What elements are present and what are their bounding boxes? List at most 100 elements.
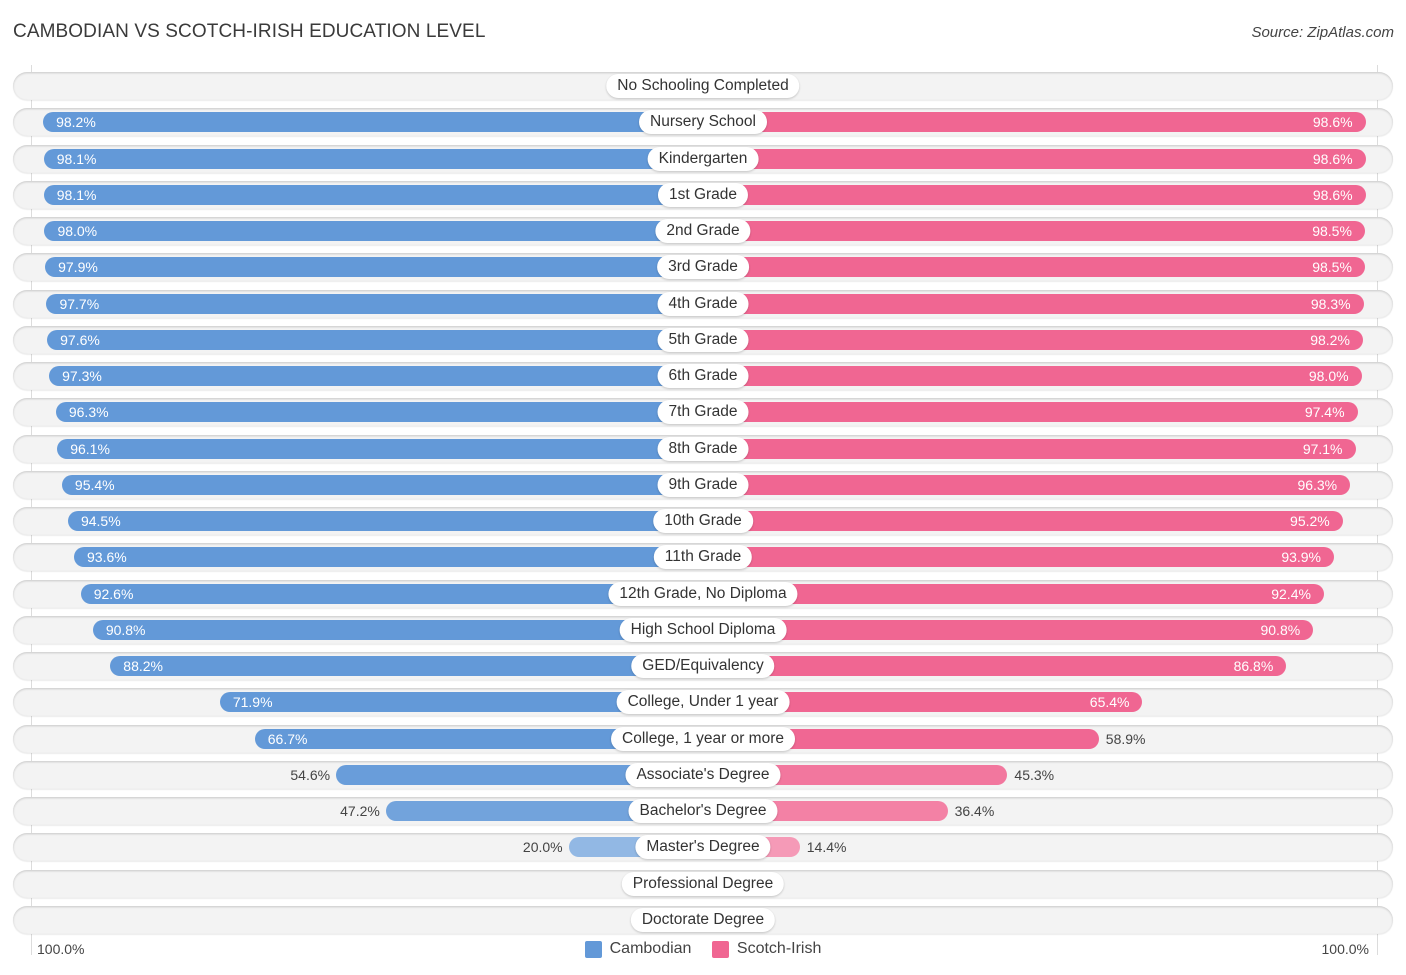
value-label-scotch-irish-7th-grade: 97.4% (1304, 404, 1345, 421)
category-label-kindergarten: Kindergarten (647, 146, 759, 171)
value-label-cambodian-ged-equivalency: 88.2% (123, 658, 163, 674)
category-label-4th-grade: 4th Grade (657, 291, 749, 316)
value-label-scotch-irish-nursery-school: 98.6% (1312, 114, 1353, 131)
category-label-7th-grade: 7th Grade (657, 400, 749, 425)
bar-cambodian-10th-grade[interactable] (67, 511, 703, 531)
bar-scotch-irish-5th-grade[interactable] (703, 329, 1363, 350)
value-label-cambodian-7th-grade: 96.3% (68, 404, 109, 421)
legend-label-scotch-irish: Scotch-Irish (736, 940, 822, 957)
value-label-scotch-irish-4th-grade: 98.3% (1310, 295, 1351, 312)
category-label-no-schooling-completed: No Schooling Completed (606, 74, 800, 98)
bar-cambodian-ged-equivalency[interactable] (110, 656, 703, 676)
bar-cambodian-high-school-diploma[interactable] (92, 619, 703, 640)
value-label-scotch-irish-college-1-year-or-more: 58.9% (1105, 730, 1146, 747)
category-label-master-s-degree: Master's Degree (635, 835, 771, 860)
value-label-cambodian-nursery-school: 98.2% (56, 114, 96, 131)
value-label-scotch-irish-8th-grade: 97.1% (1302, 440, 1343, 457)
category-label-2nd-grade: 2nd Grade (655, 219, 751, 243)
value-label-cambodian-1st-grade: 98.1% (56, 186, 97, 203)
bar-cambodian-11th-grade[interactable] (74, 547, 703, 568)
value-label-scotch-irish-3rd-grade: 98.5% (1312, 259, 1352, 276)
bar-cambodian-1st-grade[interactable] (43, 184, 703, 205)
category-label-college-under-1-year: College, Under 1 year (616, 690, 790, 715)
category-label-professional-degree: Professional Degree (621, 871, 785, 896)
value-label-scotch-irish-6th-grade: 98.0% (1308, 368, 1349, 384)
value-label-scotch-irish-kindergarten: 98.6% (1312, 150, 1353, 167)
bar-scotch-irish-6th-grade[interactable] (703, 366, 1362, 386)
legend-item-cambodian[interactable]: Cambodian (584, 940, 692, 958)
bar-cambodian-7th-grade[interactable] (55, 402, 703, 423)
bar-cambodian-5th-grade[interactable] (47, 329, 703, 350)
bar-scotch-irish-10th-grade[interactable] (703, 511, 1343, 531)
value-label-cambodian-kindergarten: 98.1% (56, 150, 97, 167)
bar-cambodian-2nd-grade[interactable] (44, 221, 703, 241)
value-label-scotch-irish-11th-grade: 93.9% (1281, 549, 1322, 566)
value-label-cambodian-college-under-1-year: 71.9% (232, 694, 273, 711)
value-label-scotch-irish-master-s-degree: 14.4% (806, 839, 847, 856)
legend-label-cambodian: Cambodian (609, 940, 692, 957)
category-label-nursery-school: Nursery School (639, 110, 767, 135)
bar-cambodian-8th-grade[interactable] (57, 438, 703, 459)
value-label-scotch-irish-10th-grade: 95.2% (1290, 513, 1330, 529)
legend-swatch-cambodian (584, 940, 602, 958)
value-label-cambodian-high-school-diploma: 90.8% (105, 621, 146, 638)
bar-scotch-irish-kindergarten[interactable] (703, 148, 1366, 169)
bar-scotch-irish-4th-grade[interactable] (703, 293, 1364, 314)
category-label-1st-grade: 1st Grade (657, 182, 749, 207)
value-label-scotch-irish-1st-grade: 98.6% (1312, 186, 1353, 203)
value-label-cambodian-3rd-grade: 97.9% (58, 259, 98, 276)
bar-scotch-irish-7th-grade[interactable] (703, 402, 1358, 423)
value-label-cambodian-5th-grade: 97.6% (60, 331, 100, 348)
bar-scotch-irish-high-school-diploma[interactable] (703, 619, 1314, 640)
legend: Cambodian Scotch-Irish (0, 940, 1406, 963)
bar-scotch-irish-ged-equivalency[interactable] (703, 656, 1287, 676)
value-label-scotch-irish-5th-grade: 98.2% (1310, 331, 1350, 348)
bar-scotch-irish-2nd-grade[interactable] (703, 221, 1365, 241)
value-label-scotch-irish-9th-grade: 96.3% (1297, 476, 1338, 493)
category-label-11th-grade: 11th Grade (653, 545, 753, 570)
bar-scotch-irish-3rd-grade[interactable] (703, 257, 1365, 278)
value-label-cambodian-bachelor-s-degree: 47.2% (340, 803, 380, 819)
category-label-12th-grade-no-diploma: 12th Grade, No Diploma (608, 581, 798, 606)
category-label-bachelor-s-degree: Bachelor's Degree (628, 799, 778, 823)
value-label-cambodian-master-s-degree: 20.0% (522, 839, 563, 856)
bar-scotch-irish-8th-grade[interactable] (703, 438, 1356, 459)
legend-item-scotch-irish[interactable]: Scotch-Irish (711, 940, 822, 958)
value-label-cambodian-8th-grade: 96.1% (70, 440, 110, 457)
category-label-associate-s-degree: Associate's Degree (625, 762, 781, 787)
value-label-cambodian-10th-grade: 94.5% (80, 513, 121, 529)
bar-cambodian-9th-grade[interactable] (61, 474, 703, 495)
category-label-ged-equivalency: GED/Equivalency (631, 654, 775, 678)
bar-scotch-irish-11th-grade[interactable] (703, 547, 1334, 568)
category-label-9th-grade: 9th Grade (657, 472, 749, 497)
value-label-cambodian-2nd-grade: 98.0% (57, 223, 98, 239)
category-label-10th-grade: 10th Grade (653, 509, 753, 533)
bar-scotch-irish-9th-grade[interactable] (703, 474, 1351, 495)
category-label-high-school-diploma: High School Diploma (619, 617, 787, 642)
value-label-scotch-irish-2nd-grade: 98.5% (1312, 223, 1352, 239)
value-label-scotch-irish-college-under-1-year: 65.4% (1089, 694, 1130, 711)
category-label-8th-grade: 8th Grade (657, 436, 749, 461)
bar-cambodian-nursery-school[interactable] (43, 112, 703, 133)
bar-scotch-irish-nursery-school[interactable] (703, 112, 1366, 133)
value-label-scotch-irish-associate-s-degree: 45.3% (1014, 766, 1055, 783)
value-label-cambodian-4th-grade: 97.7% (59, 295, 100, 312)
bar-cambodian-3rd-grade[interactable] (45, 257, 703, 278)
bar-cambodian-kindergarten[interactable] (43, 148, 703, 169)
value-label-cambodian-6th-grade: 97.3% (62, 368, 102, 384)
bar-cambodian-4th-grade[interactable] (46, 293, 703, 314)
bar-scotch-irish-1st-grade[interactable] (703, 184, 1366, 205)
value-label-cambodian-12th-grade-no-diploma: 92.6% (93, 585, 134, 602)
value-label-cambodian-college-1-year-or-more: 66.7% (267, 730, 308, 747)
value-label-cambodian-associate-s-degree: 54.6% (290, 766, 331, 783)
value-label-scotch-irish-high-school-diploma: 90.8% (1260, 621, 1301, 638)
value-label-cambodian-11th-grade: 93.6% (87, 549, 127, 566)
category-label-college-1-year-or-more: College, 1 year or more (611, 726, 795, 751)
value-label-scotch-irish-ged-equivalency: 86.8% (1233, 658, 1274, 674)
legend-swatch-scotch-irish (711, 940, 729, 958)
category-label-5th-grade: 5th Grade (657, 327, 749, 352)
value-label-cambodian-9th-grade: 95.4% (74, 476, 115, 493)
category-label-3rd-grade: 3rd Grade (657, 255, 749, 280)
value-label-scotch-irish-bachelor-s-degree: 36.4% (954, 803, 995, 819)
bar-cambodian-6th-grade[interactable] (49, 366, 703, 386)
